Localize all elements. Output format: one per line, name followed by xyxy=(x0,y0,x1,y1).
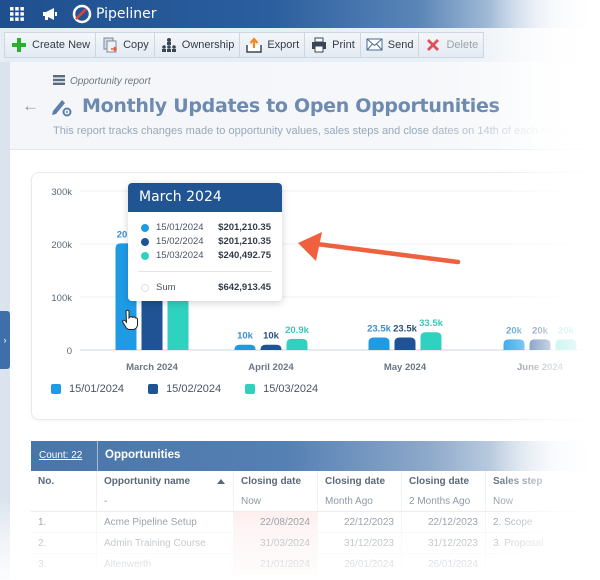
cell-no: 3. xyxy=(31,554,97,574)
cell-sales-step: 3. Proposal xyxy=(493,538,544,549)
cell-closing-date-month-ago: 22/12/2023 xyxy=(318,512,402,532)
bar-value-label: 20.9k xyxy=(285,325,309,336)
cell-opportunity-name[interactable]: Acme Pipeline Setup xyxy=(97,512,234,532)
bar xyxy=(286,338,308,350)
column-header-closing-date-month-ago[interactable]: Closing date xyxy=(318,471,402,491)
column-header-opportunity-name[interactable]: Opportunity name xyxy=(97,471,234,491)
table-row[interactable]: 3. Altenwerth 21/01/2024 26/01/2024 26/0… xyxy=(31,554,600,575)
cell-no: 2. xyxy=(31,533,97,553)
chart-legend: 15/01/2024 15/02/2024 15/03/2024 xyxy=(51,383,342,395)
cell-closing-date-now: 31/03/2024 xyxy=(234,533,318,553)
legend-label: 15/02/2024 xyxy=(166,383,222,395)
bar xyxy=(394,337,416,350)
tooltip-row: 15/03/2024 $240,492.75 xyxy=(141,250,271,261)
cell-closing-date-month-ago: 26/01/2024 xyxy=(318,554,402,574)
y-tick-label: 300k xyxy=(51,187,72,198)
table-row[interactable]: 2. Admin Training Course 31/03/2024 31/1… xyxy=(31,533,600,554)
cell-sales-step: 2. Scope xyxy=(493,517,533,528)
tooltip-row-value: $240,492.75 xyxy=(218,250,271,261)
bar-value-label: 33.5k xyxy=(419,318,443,329)
cell-sales-step xyxy=(486,554,600,574)
series-dot-icon xyxy=(141,251,149,260)
x-tick-label: June 2024 xyxy=(517,362,564,373)
cell-closing-date-now: 21/01/2024 xyxy=(234,554,318,574)
legend-swatch xyxy=(148,384,159,394)
annotation-arrow-icon xyxy=(298,232,461,265)
tooltip-sum-label: Sum xyxy=(156,282,176,293)
column-subheader xyxy=(31,491,97,511)
cell-opportunity-name[interactable]: Altenwerth xyxy=(97,554,234,574)
column-header-no[interactable]: No. xyxy=(31,471,97,491)
bar xyxy=(503,339,525,350)
bar-value-label: 23.5k xyxy=(367,324,391,335)
tooltip-divider xyxy=(138,271,272,272)
legend-item[interactable]: 15/03/2024 xyxy=(245,383,318,395)
cell-closing-date-2-months-ago: 22/12/2023 xyxy=(402,512,486,532)
x-tick-label: March 2024 xyxy=(126,362,178,373)
cell-closing-date-2-months-ago: 26/01/2024 xyxy=(402,554,486,574)
column-header-closing-date-now[interactable]: Closing date xyxy=(234,471,318,491)
series-dot-icon xyxy=(141,223,149,232)
column-subheader: Now xyxy=(234,491,318,511)
tooltip-row: 15/02/2024 $201,210.35 xyxy=(141,236,271,247)
bar-value-label: 10k xyxy=(263,331,280,342)
bar xyxy=(234,344,256,350)
legend-swatch xyxy=(245,384,256,394)
y-tick-label: 200k xyxy=(51,240,72,251)
tooltip-title: March 2024 xyxy=(128,183,282,212)
tooltip-sum-row: Sum $642,913.45 xyxy=(141,282,271,293)
y-tick-label: 0 xyxy=(67,346,72,357)
bar-value-label: 20k xyxy=(506,325,523,336)
bar-value-label: 10k xyxy=(237,331,254,342)
cell-closing-date-2-months-ago: 31/12/2023 xyxy=(402,533,486,553)
tooltip-sum-value: $642,913.45 xyxy=(218,282,271,293)
legend-item[interactable]: 15/02/2024 xyxy=(148,383,221,395)
cell-closing-date-now: 22/08/2024 xyxy=(234,512,318,532)
x-tick-label: May 2024 xyxy=(384,362,427,373)
tooltip-row-date: 15/01/2024 xyxy=(156,222,204,233)
bar xyxy=(529,339,551,350)
chart-tooltip: March 2024 15/01/2024 $201,210.35 15/02/… xyxy=(128,183,282,301)
table-title: Opportunities xyxy=(105,449,181,461)
column-subheader: Month Ago xyxy=(318,491,402,511)
tooltip-row-value: $201,210.35 xyxy=(218,236,271,247)
sort-ascending-icon[interactable] xyxy=(217,479,225,484)
table-row[interactable]: 1. Acme Pipeline Setup 22/08/2024 22/12/… xyxy=(31,512,600,533)
legend-label: 15/01/2024 xyxy=(69,383,125,395)
column-subheader: Now xyxy=(493,496,514,507)
bar xyxy=(420,332,442,350)
bar-value-label: 20k xyxy=(532,325,549,336)
bar xyxy=(260,344,282,350)
legend-swatch xyxy=(51,384,61,394)
bar-chart: 0100k200k300k201.March 202410k 10k20.9kAp… xyxy=(51,187,600,373)
opportunities-table-header: Count: 22 Opportunities xyxy=(31,441,600,471)
tooltip-row-value: $201,210.35 xyxy=(218,222,271,233)
bar-value-label: 23.5k xyxy=(393,324,417,335)
cell-no: 1. xyxy=(31,512,97,532)
column-header-closing-date-2-months-ago[interactable]: Closing date xyxy=(402,471,486,491)
opportunities-table: No. Opportunity name Closing date Closin… xyxy=(31,471,600,575)
column-subheader-row: - Now Month Ago 2 Months Ago Now xyxy=(31,491,600,512)
legend-item[interactable]: 15/01/2024 xyxy=(51,383,124,395)
bar xyxy=(368,337,390,350)
series-dot-icon xyxy=(141,237,149,246)
cell-opportunity-name[interactable]: Admin Training Course xyxy=(97,533,234,553)
tooltip-row-date: 15/02/2024 xyxy=(156,236,204,247)
column-header-row: No. Opportunity name Closing date Closin… xyxy=(31,471,600,491)
column-subheader: - xyxy=(97,491,234,511)
column-subheader: 2 Months Ago xyxy=(402,491,486,511)
bar xyxy=(555,339,577,350)
column-header-sales-step[interactable]: Sales step xyxy=(486,471,600,491)
cell-closing-date-month-ago: 31/12/2023 xyxy=(318,533,402,553)
x-tick-label: April 2024 xyxy=(248,362,294,373)
legend-label: 15/03/2024 xyxy=(263,383,319,395)
sum-dot-icon xyxy=(141,283,149,292)
count-link[interactable]: Count: 22 xyxy=(39,450,82,461)
tooltip-row: 15/01/2024 $201,210.35 xyxy=(141,222,271,233)
hand-cursor-icon xyxy=(122,309,138,330)
tooltip-row-date: 15/03/2024 xyxy=(156,250,204,261)
y-tick-label: 100k xyxy=(51,293,72,304)
bar-value-label: 20k xyxy=(558,325,575,336)
header-divider xyxy=(97,441,98,471)
